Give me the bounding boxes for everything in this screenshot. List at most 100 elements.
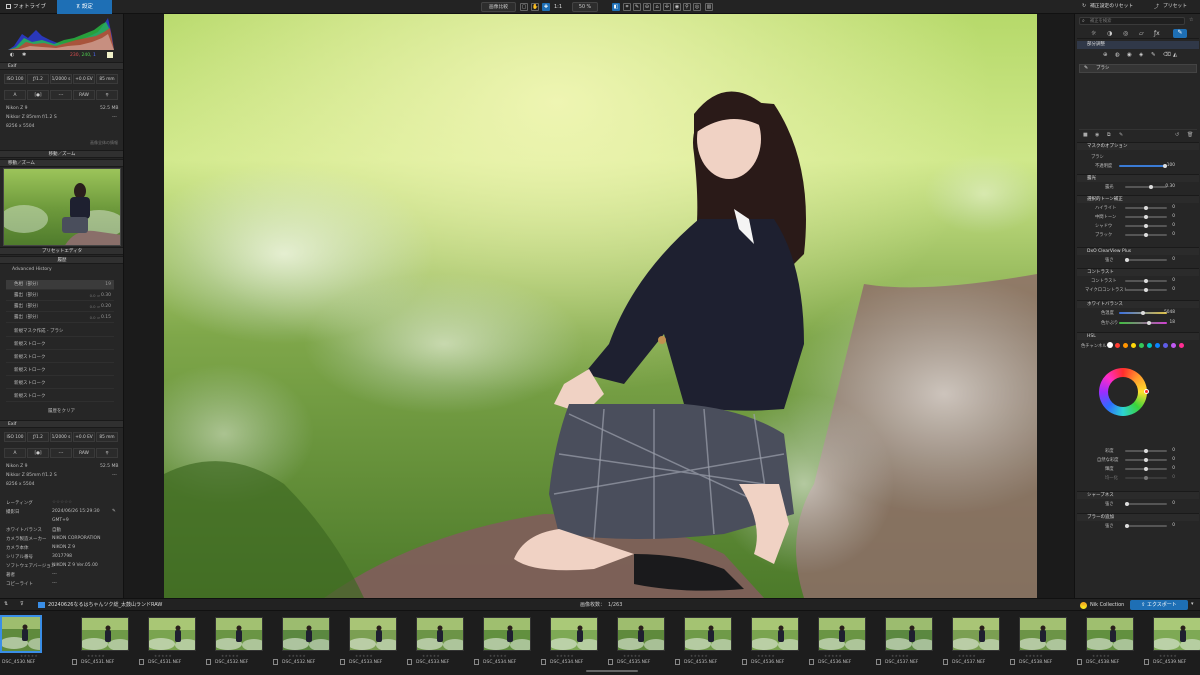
filmstrip-thumb[interactable] bbox=[550, 617, 598, 651]
mask-edit-icon[interactable]: ✎ bbox=[1119, 132, 1123, 138]
compare-button[interactable]: 画像比較 bbox=[481, 2, 516, 12]
hand-tool-icon[interactable]: ✋ bbox=[531, 3, 539, 11]
channel-swatch[interactable] bbox=[1107, 342, 1113, 348]
slider-knob[interactable] bbox=[1144, 233, 1148, 237]
fill-icon[interactable]: ◭ bbox=[1173, 52, 1177, 58]
tone-header[interactable]: 選択的トーン補正 bbox=[1077, 195, 1199, 203]
channel-swatch[interactable] bbox=[1123, 343, 1128, 348]
filmstrip-thumb[interactable] bbox=[818, 617, 866, 651]
thumb-rating[interactable]: ★★★★★ bbox=[154, 654, 172, 658]
local-adj-header[interactable]: 部分調整 bbox=[1077, 41, 1199, 49]
thumb-rating[interactable]: ★★★★★ bbox=[1159, 654, 1177, 658]
slider-knob[interactable] bbox=[1144, 215, 1148, 219]
highlight-value[interactable]: 0 bbox=[1159, 205, 1175, 210]
slider-knob[interactable] bbox=[1144, 449, 1148, 453]
filmstrip-thumb[interactable] bbox=[1019, 617, 1067, 651]
thumb-rating[interactable]: ★★★★★ bbox=[1092, 654, 1110, 658]
slider-knob[interactable] bbox=[1141, 311, 1145, 315]
view-mode-icon[interactable]: ▢ bbox=[520, 3, 528, 11]
temp-value[interactable]: 5048 bbox=[1159, 310, 1175, 315]
history-item[interactable]: 色相（部分） 19 bbox=[6, 280, 114, 290]
picker-icon[interactable]: ✎ bbox=[633, 3, 641, 11]
channel-swatch[interactable] bbox=[1179, 343, 1184, 348]
effects-tab-icon[interactable]: ƒx bbox=[1154, 30, 1160, 37]
wheel-handle[interactable] bbox=[1144, 389, 1149, 394]
filmstrip-scrollbar[interactable] bbox=[586, 670, 638, 672]
mask-options-header[interactable]: マスクのオプション bbox=[1077, 142, 1199, 150]
color-wheel[interactable] bbox=[1099, 368, 1149, 416]
thumb-rating[interactable]: ★★★★★ bbox=[20, 654, 38, 658]
before-after-icon[interactable]: ◧ bbox=[612, 3, 620, 11]
clearview-value[interactable]: 0 bbox=[1159, 257, 1175, 262]
slider-knob[interactable] bbox=[1125, 524, 1129, 528]
slider-knob[interactable] bbox=[1144, 224, 1148, 228]
edit-pencil-icon[interactable]: ✎ bbox=[112, 509, 116, 514]
channel-swatch[interactable] bbox=[1147, 343, 1152, 348]
slider-knob[interactable] bbox=[1144, 206, 1148, 210]
preset-editor-header[interactable]: プリセットエディタ bbox=[0, 247, 123, 255]
channel-swatch[interactable] bbox=[1163, 343, 1168, 348]
history-item[interactable]: 新規ストローク bbox=[6, 340, 114, 350]
thumb-rating[interactable]: ★★★★★ bbox=[221, 654, 239, 658]
filmstrip-thumb[interactable] bbox=[416, 617, 464, 651]
thumb-rating[interactable]: ★★★★★ bbox=[288, 654, 306, 658]
tint-value[interactable]: 18 bbox=[1159, 320, 1175, 325]
slider-knob[interactable] bbox=[1144, 476, 1148, 480]
saturation-value[interactable]: 0 bbox=[1159, 448, 1175, 453]
move-zoom-header[interactable]: 移動／ズーム bbox=[0, 150, 123, 158]
channel-swatch[interactable] bbox=[1139, 343, 1144, 348]
filter-icon[interactable]: ⊽ bbox=[20, 601, 24, 607]
slider-knob[interactable] bbox=[1125, 258, 1129, 262]
filmstrip-thumb[interactable] bbox=[349, 617, 397, 651]
channel-swatch[interactable] bbox=[1131, 343, 1136, 348]
slider-knob[interactable] bbox=[1125, 502, 1129, 506]
light-tab-icon[interactable]: ☼ bbox=[1091, 30, 1096, 37]
history-item[interactable]: 露出（部分） 0.0 ⇒ 0.15 bbox=[6, 313, 114, 323]
thumb-rating[interactable]: ★★★★★ bbox=[757, 654, 775, 658]
slider-knob[interactable] bbox=[1144, 467, 1148, 471]
zoom-level-select[interactable]: 50 % bbox=[572, 2, 598, 12]
main-photo[interactable] bbox=[164, 14, 1037, 598]
clear-history-button[interactable]: 履歴をクリア bbox=[48, 408, 75, 414]
mask-reset-icon[interactable]: ↺ bbox=[1175, 132, 1179, 138]
control-point-icon[interactable]: ◉ bbox=[1127, 52, 1132, 58]
gradient-tool-icon[interactable]: ⊕ bbox=[1103, 52, 1108, 58]
history-item[interactable]: 新規ストローク bbox=[6, 392, 114, 402]
slider-knob[interactable] bbox=[1144, 458, 1148, 462]
sharpness-value[interactable]: 0 bbox=[1159, 501, 1175, 506]
star-icon[interactable]: ☆ bbox=[1189, 17, 1193, 23]
black-value[interactable]: 0 bbox=[1159, 232, 1175, 237]
repair-icon[interactable]: ✢ bbox=[663, 3, 671, 11]
clearview-header[interactable]: DxO ClearView Plus bbox=[1077, 247, 1199, 255]
blur-value[interactable]: 0 bbox=[1159, 523, 1175, 528]
mask-layer-brush[interactable]: ✎ ブラシ bbox=[1079, 64, 1197, 73]
channel-swatch[interactable] bbox=[1155, 343, 1160, 348]
detail-tab-icon[interactable]: ◎ bbox=[1123, 30, 1128, 37]
star-icon[interactable]: ✱ bbox=[22, 52, 26, 58]
navigator-preview[interactable] bbox=[3, 168, 121, 246]
contrast-header[interactable]: コントラスト bbox=[1077, 268, 1199, 276]
filmstrip-thumb[interactable] bbox=[1086, 617, 1134, 651]
tab-settings[interactable]: ⊼ 設定 bbox=[57, 0, 112, 14]
filmstrip-thumb[interactable] bbox=[684, 617, 732, 651]
history-item[interactable]: 露出（部分） 0.0 ⇒ 0.30 bbox=[6, 291, 114, 301]
thumb-rating[interactable]: ★★★★★ bbox=[690, 654, 708, 658]
redeye-icon[interactable]: ◉ bbox=[673, 3, 681, 11]
local-adjust-tab-icon[interactable]: ✎ bbox=[1173, 29, 1187, 38]
thumb-rating[interactable]: ★★★★★ bbox=[891, 654, 909, 658]
auto-mask-icon[interactable]: ◈ bbox=[1139, 52, 1143, 58]
midtone-value[interactable]: 0 bbox=[1159, 214, 1175, 219]
filmstrip-thumb[interactable] bbox=[148, 617, 196, 651]
filmstrip-thumb[interactable] bbox=[885, 617, 933, 651]
opacity-value[interactable]: 100 bbox=[1159, 163, 1175, 168]
mask-delete-icon[interactable]: 🗑 bbox=[1187, 132, 1193, 138]
thumb-rating[interactable]: ★★★★★ bbox=[623, 654, 641, 658]
micro-contrast-value[interactable]: 0 bbox=[1159, 287, 1175, 292]
filmstrip-thumb[interactable] bbox=[483, 617, 531, 651]
nik-collection-button[interactable]: Nik Collection bbox=[1090, 601, 1124, 610]
split-icon[interactable]: ▥ bbox=[705, 3, 713, 11]
wb-header[interactable]: ホワイトバランス bbox=[1077, 300, 1199, 308]
mask-duplicate-icon[interactable]: ⧉ bbox=[1107, 132, 1111, 138]
filmstrip-thumb[interactable] bbox=[215, 617, 263, 651]
slider-knob[interactable] bbox=[1149, 185, 1153, 189]
